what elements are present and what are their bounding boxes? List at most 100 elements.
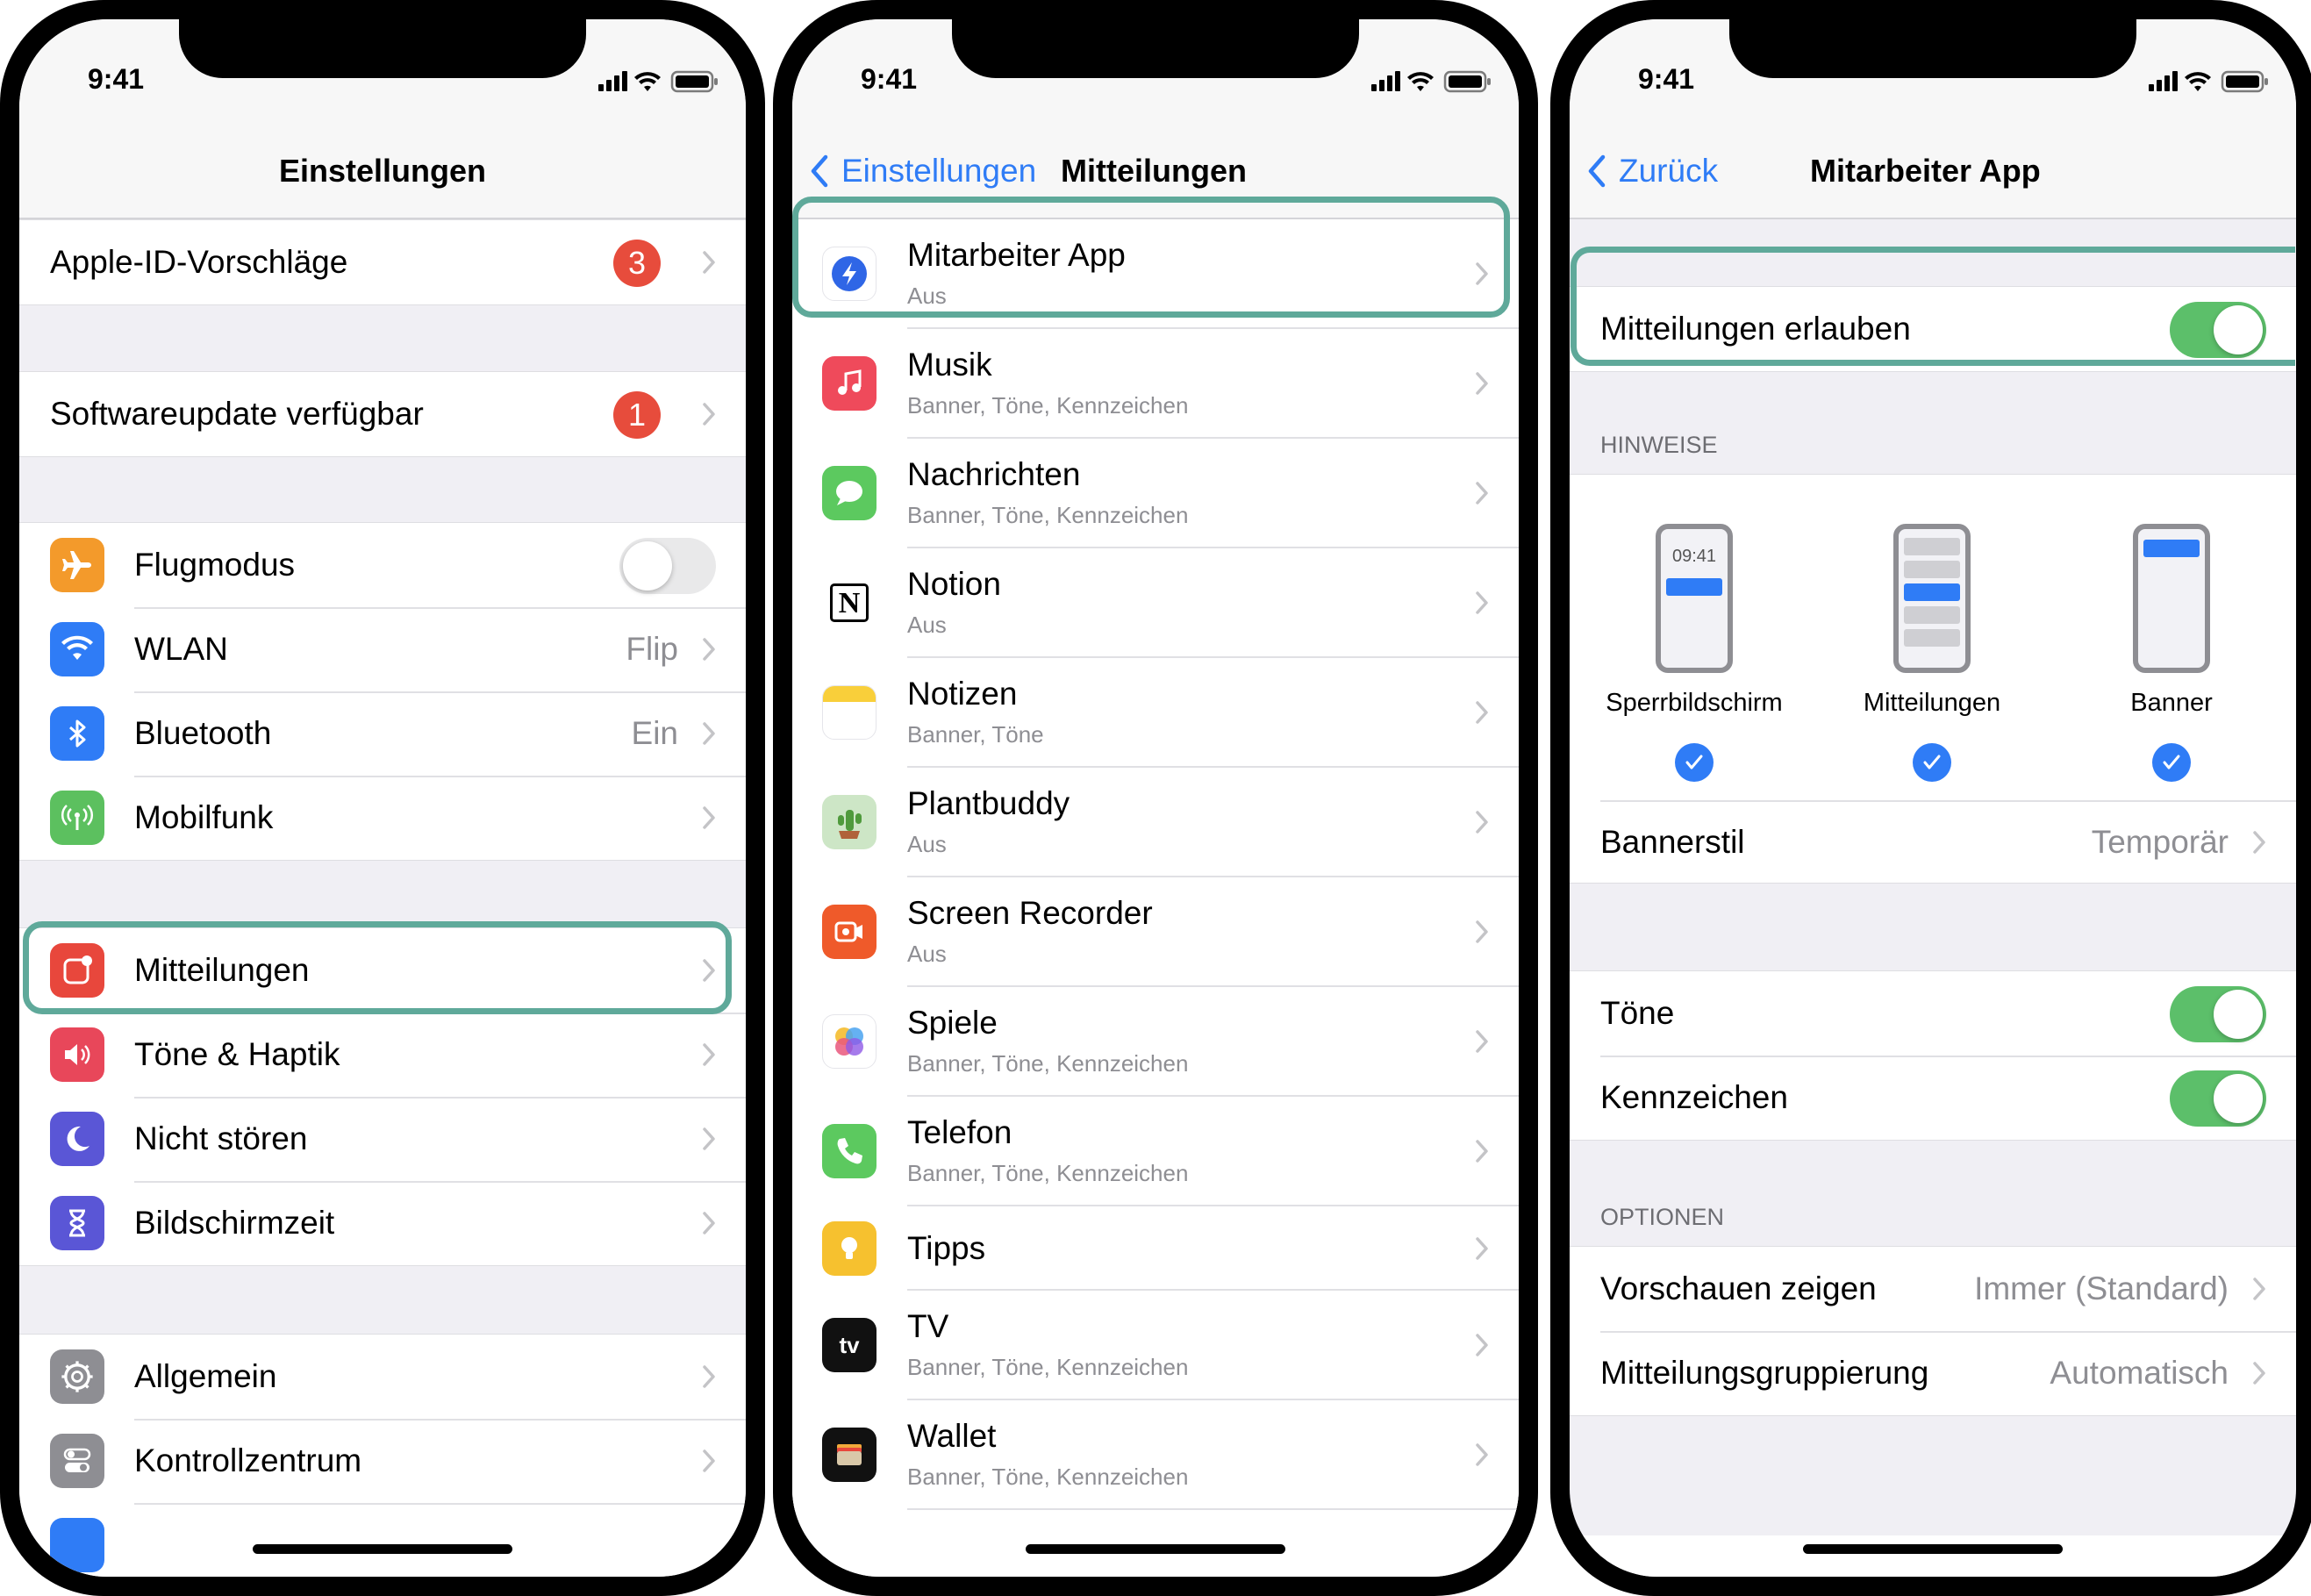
signal-wifi-battery-icon <box>598 70 718 93</box>
settings-row-kontrollzentrum[interactable]: Kontrollzentrum <box>19 1419 746 1503</box>
cactus-icon <box>822 795 876 849</box>
airplane-mode-toggle[interactable] <box>619 538 716 594</box>
app-row-notizen[interactable]: Notizen Banner, Töne <box>792 658 1519 768</box>
style-label-banner: Banner <box>2130 689 2213 717</box>
status-time: 9:41 <box>1638 63 1695 95</box>
display-icon <box>50 1518 104 1572</box>
app-status: Banner, Töne, Kennzeichen <box>907 502 1189 528</box>
section-header-options: OPTIONEN <box>1600 1204 1725 1230</box>
bildschirmzeit-label: Bildschirmzeit <box>134 1205 335 1241</box>
app-row-screen-recorder[interactable]: Screen Recorder Aus <box>792 877 1519 987</box>
app-name: Notizen <box>907 676 1018 712</box>
chevron-right-icon <box>1476 701 1488 724</box>
chevron-right-icon <box>1476 1030 1488 1053</box>
sounds-toggle[interactable] <box>2170 986 2266 1042</box>
phone-handset-icon <box>822 1124 876 1178</box>
game-center-icon <box>822 1014 876 1069</box>
banner-mockup[interactable] <box>2133 524 2210 673</box>
app-row-telefon[interactable]: Telefon Banner, Töne, Kennzeichen <box>792 1097 1519 1206</box>
grouping-label: Mitteilungsgruppierung <box>1600 1355 1929 1391</box>
chevron-right-icon <box>2253 1278 2265 1300</box>
chevron-right-icon <box>703 403 715 426</box>
app-status: Banner, Töne, Kennzeichen <box>907 1050 1189 1077</box>
settings-row-allgemein[interactable]: Allgemein <box>19 1335 746 1419</box>
bluetooth-label: Bluetooth <box>134 715 272 751</box>
settings-row-nicht-stoeren[interactable]: Nicht stören <box>19 1097 746 1181</box>
app-row-tipps[interactable]: Tipps <box>792 1206 1519 1291</box>
app-row-musik[interactable]: Musik Banner, Töne, Kennzeichen <box>792 329 1519 439</box>
status-icons <box>2149 68 2272 99</box>
phone-settings: 9:41 Einstellungen Apple-ID-Vorschläge 3… <box>0 0 765 1596</box>
badges-label: Kennzeichen <box>1600 1079 1788 1115</box>
settings-row-bluetooth[interactable]: Bluetooth Ein <box>19 691 746 776</box>
chevron-right-icon <box>2253 831 2265 854</box>
app-name: Spiele <box>907 1005 998 1041</box>
app-row-nachrichten[interactable]: Nachrichten Banner, Töne, Kennzeichen <box>792 439 1519 548</box>
app-name: Plantbuddy <box>907 785 1070 821</box>
chevron-left-icon <box>1588 154 1606 188</box>
software-update-row[interactable]: Softwareupdate verfügbar 1 <box>19 372 746 456</box>
allgemein-label: Allgemein <box>134 1358 277 1394</box>
previews-row[interactable]: Vorschauen zeigen Immer (Standard) <box>1570 1247 2296 1331</box>
grouping-row[interactable]: Mitteilungsgruppierung Automatisch <box>1570 1331 2296 1415</box>
screen-settings: 9:41 Einstellungen Apple-ID-Vorschläge 3… <box>19 19 746 1577</box>
checkmark-icon[interactable] <box>1675 743 1714 782</box>
badges-toggle[interactable] <box>2170 1070 2266 1127</box>
app-row-plantbuddy[interactable]: Plantbuddy Aus <box>792 768 1519 877</box>
notes-icon <box>822 685 876 740</box>
notch <box>952 19 1359 78</box>
checkmark-icon[interactable] <box>2152 743 2191 782</box>
antenna-icon <box>50 791 104 845</box>
sounds-badges-group: Töne Kennzeichen <box>1570 970 2296 1141</box>
chevron-right-icon <box>703 1043 715 1066</box>
app-row-notion[interactable]: N Notion Aus <box>792 548 1519 658</box>
lockscreen-mockup[interactable]: 09:41 <box>1656 524 1733 673</box>
options-group: Vorschauen zeigen Immer (Standard) Mitte… <box>1570 1246 2296 1416</box>
phone-app-notifications: 9:41 Zurück Mitarbeiter App Mitteilungen… <box>1550 0 2311 1596</box>
chevron-right-icon <box>1476 1334 1488 1356</box>
app-row-tv[interactable]: tv TV Banner, Töne, Kennzeichen <box>792 1291 1519 1400</box>
chevron-left-icon <box>811 154 828 188</box>
style-label-center: Mitteilungen <box>1863 689 2001 717</box>
chevron-right-icon <box>703 1127 715 1150</box>
notch <box>179 19 586 78</box>
alert-styles-group: 09:41 Sperrbildschirm Mitteilungen Banne… <box>1570 474 2296 884</box>
home-indicator[interactable] <box>1026 1544 1285 1554</box>
section-header-hints: HINWEISE <box>1600 432 1718 458</box>
settings-row-wlan[interactable]: WLAN Flip <box>19 607 746 691</box>
app-status: Banner, Töne, Kennzeichen <box>907 392 1189 419</box>
app-name: Notion <box>907 566 1001 602</box>
settings-row-mobilfunk[interactable]: Mobilfunk <box>19 776 746 860</box>
app-row-wallet[interactable]: Wallet Banner, Töne, Kennzeichen <box>792 1400 1519 1510</box>
checkmark-icon[interactable] <box>1913 743 1951 782</box>
wifi-icon <box>50 622 104 676</box>
back-button[interactable]: Zurück <box>1587 153 1718 190</box>
banner-style-row[interactable]: Bannerstil Temporär <box>1570 800 2296 884</box>
settings-row-toene[interactable]: Töne & Haptik <box>19 1013 746 1097</box>
flugmodus-label: Flugmodus <box>134 547 296 583</box>
back-button[interactable]: Einstellungen <box>810 153 1036 190</box>
settings-row-bildschirmzeit[interactable]: Bildschirmzeit <box>19 1181 746 1265</box>
chevron-right-icon <box>1476 920 1488 943</box>
chevron-right-icon <box>2253 1362 2265 1385</box>
chevron-right-icon <box>1476 591 1488 614</box>
screen-notifications: 9:41 Einstellungen Mitteilungen Mitarbei… <box>792 19 1519 1577</box>
music-note-icon <box>822 356 876 411</box>
chevron-right-icon <box>703 806 715 829</box>
app-name: Telefon <box>907 1114 1012 1150</box>
home-indicator[interactable] <box>253 1544 512 1554</box>
signal-wifi-battery-icon <box>1371 70 1491 93</box>
general-group: Allgemein Kontrollzentrum <box>19 1334 746 1577</box>
app-name: TV <box>907 1308 949 1344</box>
record-icon <box>822 905 876 959</box>
wlan-value: Flip <box>626 631 678 667</box>
mobilfunk-label: Mobilfunk <box>134 799 274 835</box>
home-indicator[interactable] <box>1803 1544 2063 1554</box>
status-icons <box>598 68 721 99</box>
notification-center-mockup[interactable] <box>1893 524 1971 673</box>
bluetooth-icon <box>50 706 104 761</box>
app-name: Nachrichten <box>907 456 1081 492</box>
apple-id-suggestions-row[interactable]: Apple-ID-Vorschläge 3 <box>19 220 746 304</box>
app-row-spiele[interactable]: Spiele Banner, Töne, Kennzeichen <box>792 987 1519 1097</box>
notion-icon: N <box>822 576 876 630</box>
